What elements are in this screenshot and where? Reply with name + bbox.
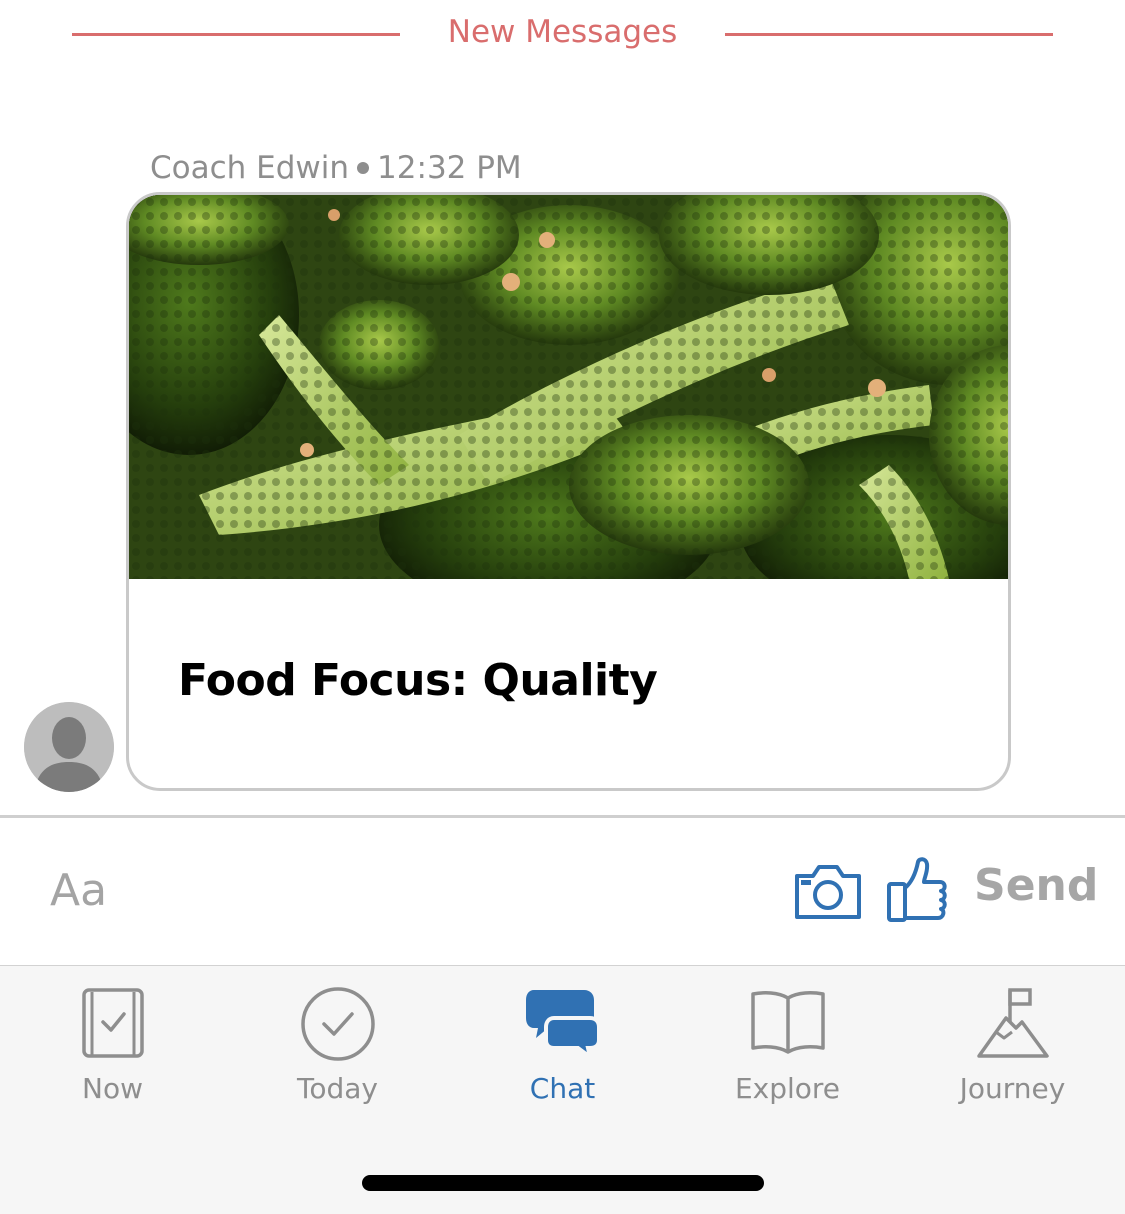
mountain-flag-icon [976,986,1050,1064]
thumbs-up-button[interactable] [886,856,950,924]
tab-label-now: Now [82,1072,143,1105]
broccoli-image [129,195,1008,579]
tab-bar: Now Today Chat Explore Journey [0,965,1125,1214]
tab-label-today: Today [297,1072,378,1105]
message-meta: Coach Edwin 12:32 PM [150,150,522,186]
person-silhouette-icon [24,702,114,792]
tab-label-explore: Explore [734,1072,841,1105]
tab-today[interactable]: Today [225,966,450,1116]
sender-name: Coach Edwin [150,150,350,186]
card-title: Food Focus: Quality [178,655,658,706]
broccoli-photo[interactable] [129,195,1008,579]
message-input[interactable] [50,860,650,920]
new-messages-divider-label: New Messages [447,14,678,50]
tab-now[interactable]: Now [0,966,225,1116]
home-indicator[interactable] [362,1175,764,1191]
message-time: 12:32 PM [377,150,522,186]
avatar[interactable] [24,702,114,792]
camera-icon [795,865,861,919]
message-card[interactable]: Food Focus: Quality [126,192,1011,791]
tab-journey[interactable]: Journey [900,966,1125,1116]
tab-label-journey: Journey [959,1072,1066,1105]
message-composer: Send [0,818,1125,965]
journal-check-icon [78,986,148,1064]
chat-bubbles-icon [525,986,601,1062]
send-button[interactable]: Send [974,860,1098,911]
open-book-icon [750,986,826,1060]
tab-explore[interactable]: Explore [675,966,900,1116]
camera-button[interactable] [793,862,863,922]
check-circle-icon [300,986,376,1066]
divider-line-right [725,33,1053,36]
tab-label-chat: Chat [529,1072,596,1105]
separator-dot [357,161,370,174]
tab-chat[interactable]: Chat [450,966,675,1116]
divider-line-left [72,33,400,36]
thumbs-up-icon [887,857,947,922]
